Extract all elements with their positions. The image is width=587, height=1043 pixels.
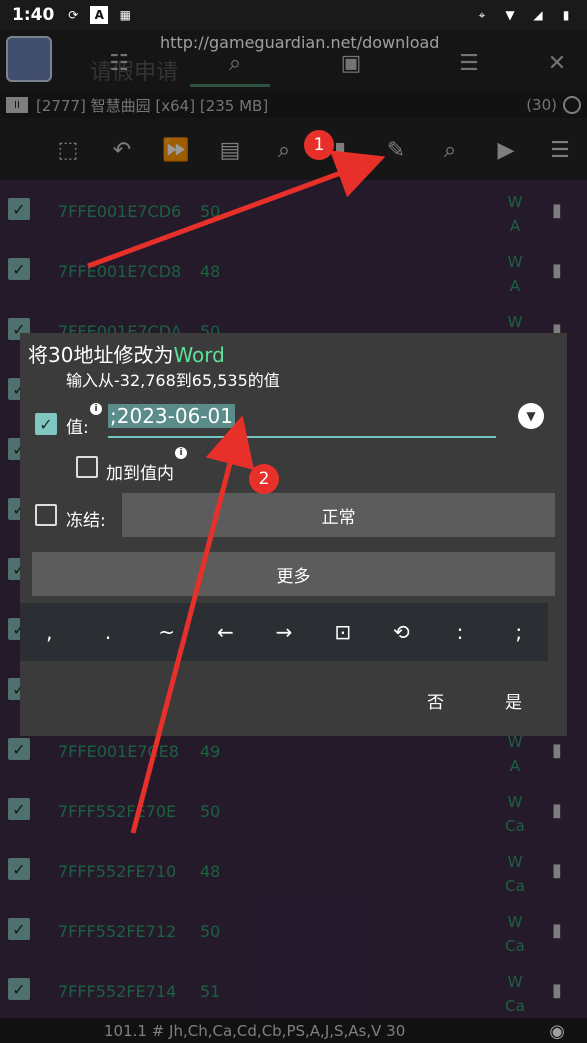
key-right-arrow[interactable]: → [255, 603, 314, 661]
dialog-title-prefix: 将30地址修改为 [28, 343, 174, 367]
key-comma[interactable]: , [20, 603, 79, 661]
more-button[interactable]: 更多 [32, 552, 555, 596]
value-input-text: ;2023-06-01 [108, 404, 235, 428]
a-icon: A [90, 6, 109, 24]
dialog-title: 将30地址修改为Word [28, 339, 225, 368]
location-icon: ⌖ [478, 7, 486, 22]
annotation-badge-1: 1 [304, 130, 334, 160]
dialog-title-type: Word [173, 343, 225, 367]
value-input[interactable]: ;2023-06-01 [108, 402, 496, 438]
add-to-value-label: 加到值内 [106, 464, 174, 484]
edit-value-dialog: 将30地址修改为Word 输入从-32,768到65,535的值 ✓ 值: i … [20, 333, 567, 736]
annotation-badge-2: 2 [249, 464, 279, 494]
key-colon[interactable]: : [431, 603, 490, 661]
value-range-hint: 输入从-32,768到65,535的值 [66, 371, 280, 390]
value-label: 值: [66, 418, 89, 438]
value-checkbox[interactable]: ✓ [35, 413, 57, 435]
freeze-mode-button[interactable]: 正常 [122, 493, 555, 537]
status-bar: 1:40 ⟳ A ▦ ⌖ ▼ ◢ ▮ [0, 0, 587, 30]
keyboard-icon: ▦ [119, 8, 131, 22]
key-semicolon[interactable]: ; [489, 603, 548, 661]
add-to-value-info-icon[interactable]: i [175, 447, 187, 459]
freeze-label: 冻结: [66, 511, 106, 531]
key-history-icon[interactable]: ⟲ [372, 603, 431, 661]
add-to-value-checkbox[interactable] [76, 456, 98, 478]
value-dropdown-icon[interactable]: ▼ [518, 403, 544, 429]
key-tilde[interactable]: ~ [137, 603, 196, 661]
status-time: 1:40 [12, 5, 55, 25]
sync-icon: ⟳ [68, 8, 79, 22]
signal-icon: ◢ [533, 8, 543, 22]
yes-button[interactable]: 是 [505, 688, 522, 713]
value-info-icon[interactable]: i [90, 403, 102, 415]
quick-keys-bar: , . ~ ← → ⊡ ⟲ : ; [20, 603, 548, 661]
key-period[interactable]: . [79, 603, 138, 661]
freeze-checkbox[interactable] [35, 504, 57, 526]
key-left-arrow[interactable]: ← [196, 603, 255, 661]
wifi-icon: ▼ [505, 8, 515, 22]
key-select-all-icon[interactable]: ⊡ [313, 603, 372, 661]
battery-icon: ▮ [562, 8, 570, 22]
no-button[interactable]: 否 [427, 688, 444, 713]
